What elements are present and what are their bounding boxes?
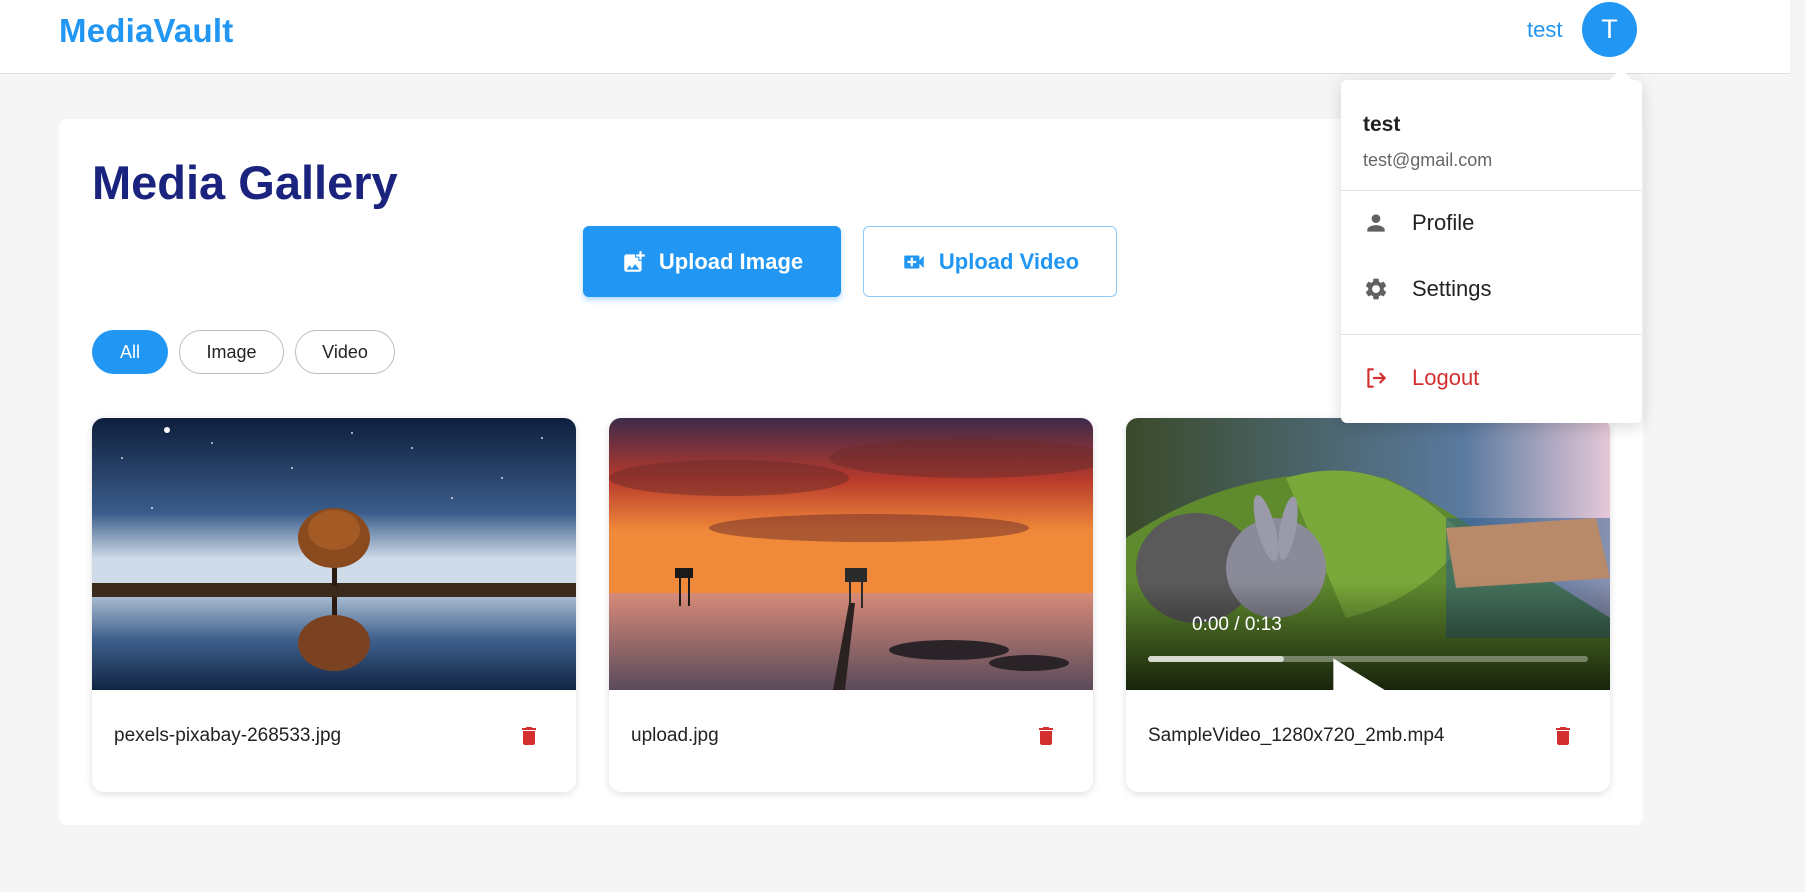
gear-icon [1363,276,1389,302]
media-card[interactable]: 0:00 / 0:13 SampleVideo_1280x720_2mb.mp4 [1126,418,1610,792]
user-menu: test test@gmail.com Profile Settings Log… [1341,80,1642,423]
media-filename: upload.jpg [631,725,719,746]
filter-chip-image[interactable]: Image [179,330,284,374]
add-photo-icon [624,250,645,272]
logout-icon [1363,365,1389,391]
filter-chip-video[interactable]: Video [295,330,395,374]
delete-button[interactable] [1548,720,1578,752]
media-thumbnail[interactable] [609,418,1093,690]
trash-icon [522,727,536,745]
media-filename: SampleVideo_1280x720_2mb.mp4 [1148,725,1445,746]
header-username[interactable]: test [1527,17,1562,43]
upload-image-button[interactable]: Upload Image [583,226,841,297]
video-call-icon [904,255,924,268]
menu-item-label: Settings [1412,276,1492,301]
menu-item-label: Profile [1412,210,1475,235]
video-controls: 0:00 / 0:13 [1126,418,1610,690]
menu-divider [1341,190,1642,191]
menu-item-logout[interactable]: Logout [1341,350,1642,406]
more-vert-icon[interactable] [1566,613,1610,690]
user-avatar[interactable]: T [1582,2,1637,57]
trash-icon [1039,727,1053,745]
media-card[interactable]: pexels-pixabay-268533.jpg [92,418,576,792]
trash-icon [1556,727,1570,745]
delete-button[interactable] [514,720,544,752]
video-player[interactable]: 0:00 / 0:13 [1126,418,1610,690]
menu-user-name: test [1363,113,1401,136]
menu-divider [1341,334,1642,335]
video-progress-bar[interactable] [1148,656,1588,662]
menu-item-profile[interactable]: Profile [1341,195,1642,251]
video-buffer-fill [1148,656,1285,662]
menu-item-settings[interactable]: Settings [1341,261,1642,317]
delete-button[interactable] [1031,720,1061,752]
media-filename: pexels-pixabay-268533.jpg [114,725,342,746]
menu-user-email: test@gmail.com [1363,150,1493,170]
person-icon [1363,210,1389,236]
media-thumbnail[interactable] [92,418,576,690]
menu-item-label: Logout [1412,365,1480,390]
filter-chip-all[interactable]: All [92,330,168,374]
media-card[interactable]: upload.jpg [609,418,1093,792]
brand-logo[interactable]: MediaVault [59,12,233,50]
app-header: MediaVault test T [0,0,1790,74]
upload-video-label: Upload Video [938,248,1080,274]
video-time: 0:00 / 0:13 [1192,614,1282,635]
page-title: Media Gallery [92,156,398,209]
upload-video-button[interactable]: Upload Video [863,226,1117,297]
page-scrollbar[interactable] [1790,0,1805,892]
upload-image-label: Upload Image [658,248,804,274]
